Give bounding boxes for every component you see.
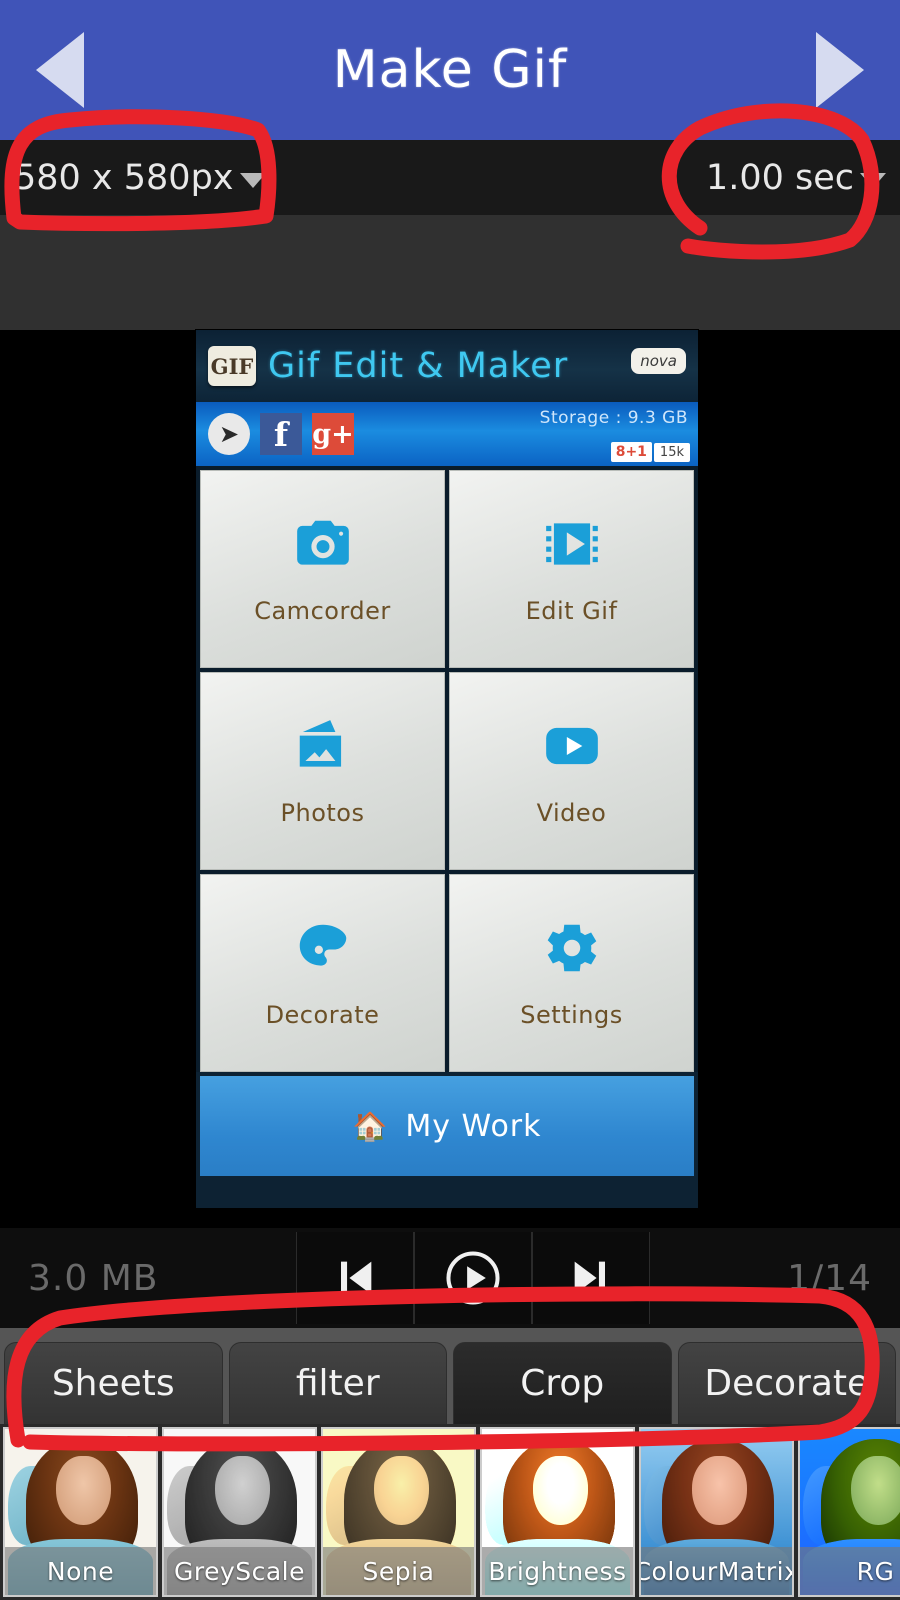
googleplus-icon[interactable]: g+ xyxy=(312,413,354,455)
tab-label: Sheets xyxy=(51,1363,175,1404)
photos-icon xyxy=(292,715,354,777)
play-button[interactable] xyxy=(413,1232,532,1324)
playback-bar: 3.0 MB 1/14 xyxy=(0,1228,900,1328)
tab-crop[interactable]: Crop xyxy=(453,1342,672,1424)
triangle-right-icon xyxy=(816,32,864,108)
filter-thumb-none[interactable]: None xyxy=(3,1427,158,1597)
preview-tile-label: Photos xyxy=(280,799,365,827)
size-dropdown[interactable]: 580 x 580px xyxy=(14,158,266,198)
tab-label: filter xyxy=(295,1363,380,1404)
options-bar: 580 x 580px 1.00 sec xyxy=(0,140,900,215)
page-title: Make Gif xyxy=(332,40,568,100)
plusone-widget[interactable]: 8+1 15k xyxy=(610,442,690,462)
preview-my-work-button[interactable]: 🏠 My Work xyxy=(200,1076,694,1176)
skip-previous-icon xyxy=(340,1261,372,1295)
preview-tile-camcorder[interactable]: Camcorder xyxy=(200,470,445,668)
preview-tile-photos[interactable]: Photos xyxy=(200,672,445,870)
skip-next-icon xyxy=(574,1261,605,1295)
film-play-icon xyxy=(541,513,603,575)
preview-tile-video[interactable]: Video xyxy=(449,672,694,870)
preview-tile-label: Edit Gif xyxy=(525,597,618,625)
storage-label: Storage : 9.3 GB xyxy=(539,408,688,428)
preview-app-title: Gif Edit & Maker xyxy=(268,346,569,386)
filter-label: Brightness xyxy=(482,1547,633,1595)
filter-thumbnail-strip[interactable]: None GreyScale Sepia Brightness ColourMa… xyxy=(0,1424,900,1600)
filter-label: Sepia xyxy=(323,1547,474,1595)
preview-app-titlebar: GIF Gif Edit & Maker nova xyxy=(196,330,698,402)
caret-down-icon xyxy=(239,173,266,188)
nova-badge: nova xyxy=(631,348,686,374)
make-gif-screen: Make Gif 580 x 580px 1.00 sec GIF Gif Ed… xyxy=(0,0,900,1600)
triangle-left-icon xyxy=(36,32,84,108)
duration-value: 1.00 sec xyxy=(705,157,854,198)
plusone-button[interactable]: 8+1 xyxy=(610,442,652,462)
duration-dropdown[interactable]: 1.00 sec xyxy=(706,158,886,198)
filter-label: None xyxy=(5,1547,156,1595)
facebook-icon[interactable]: f xyxy=(260,413,302,455)
video-play-icon xyxy=(541,715,603,777)
filter-label: ColourMatrix xyxy=(641,1547,792,1595)
filter-thumb-brightness[interactable]: Brightness xyxy=(480,1427,635,1597)
preview-tile-label: Video xyxy=(536,799,607,827)
gif-frame-preview[interactable]: GIF Gif Edit & Maker nova ➤ f g+ Storage… xyxy=(196,330,698,1208)
share-arrow-icon[interactable]: ➤ xyxy=(208,413,250,455)
filter-thumb-greyscale[interactable]: GreyScale xyxy=(162,1427,317,1597)
tab-sheets[interactable]: Sheets xyxy=(4,1342,223,1424)
tab-filter[interactable]: filter xyxy=(228,1342,447,1424)
filter-label: RG xyxy=(800,1547,900,1595)
gif-canvas: GIF Gif Edit & Maker nova ➤ f g+ Storage… xyxy=(0,330,900,1228)
home-icon: 🏠 xyxy=(352,1109,388,1143)
tool-tab-bar: Sheets filter Crop Decorate xyxy=(0,1328,900,1424)
filter-thumb-colourmatrix[interactable]: ColourMatrix xyxy=(639,1427,794,1597)
back-button[interactable] xyxy=(0,0,120,140)
my-work-label: My Work xyxy=(405,1108,542,1144)
file-size-label: 3.0 MB xyxy=(28,1257,159,1299)
palette-icon xyxy=(292,917,354,979)
gif-logo-icon: GIF xyxy=(208,346,256,386)
forward-button[interactable] xyxy=(780,0,900,140)
previous-frame-button[interactable] xyxy=(295,1232,414,1324)
filter-label: GreyScale xyxy=(164,1547,315,1595)
playback-controls xyxy=(295,1228,650,1328)
preview-menu-grid: Camcorder Edit Gif Photos Video Decorate… xyxy=(196,466,698,1072)
tab-label: Crop xyxy=(520,1363,605,1404)
preview-tile-edit-gif[interactable]: Edit Gif xyxy=(449,470,694,668)
filter-thumb-rgb[interactable]: RG xyxy=(798,1427,900,1597)
play-circle-icon xyxy=(446,1251,500,1305)
tab-decorate[interactable]: Decorate xyxy=(677,1342,896,1424)
camera-icon xyxy=(292,513,354,575)
next-frame-button[interactable] xyxy=(531,1232,650,1324)
filter-thumb-sepia[interactable]: Sepia xyxy=(321,1427,476,1597)
preview-tile-label: Settings xyxy=(520,1001,623,1029)
caret-down-icon xyxy=(860,173,886,188)
spacer-band xyxy=(0,215,900,330)
frame-counter: 1/14 xyxy=(787,1257,872,1299)
preview-tile-label: Camcorder xyxy=(254,597,391,625)
preview-tile-decorate[interactable]: Decorate xyxy=(200,874,445,1072)
size-value: 580 x 580px xyxy=(14,157,234,198)
plusone-count: 15k xyxy=(653,442,690,462)
tab-label: Decorate xyxy=(704,1363,870,1404)
gear-icon xyxy=(541,917,603,979)
preview-tile-label: Decorate xyxy=(265,1001,380,1029)
app-header: Make Gif xyxy=(0,0,900,140)
preview-tile-settings[interactable]: Settings xyxy=(449,874,694,1072)
preview-social-bar: ➤ f g+ Storage : 9.3 GB 8+1 15k xyxy=(196,402,698,466)
